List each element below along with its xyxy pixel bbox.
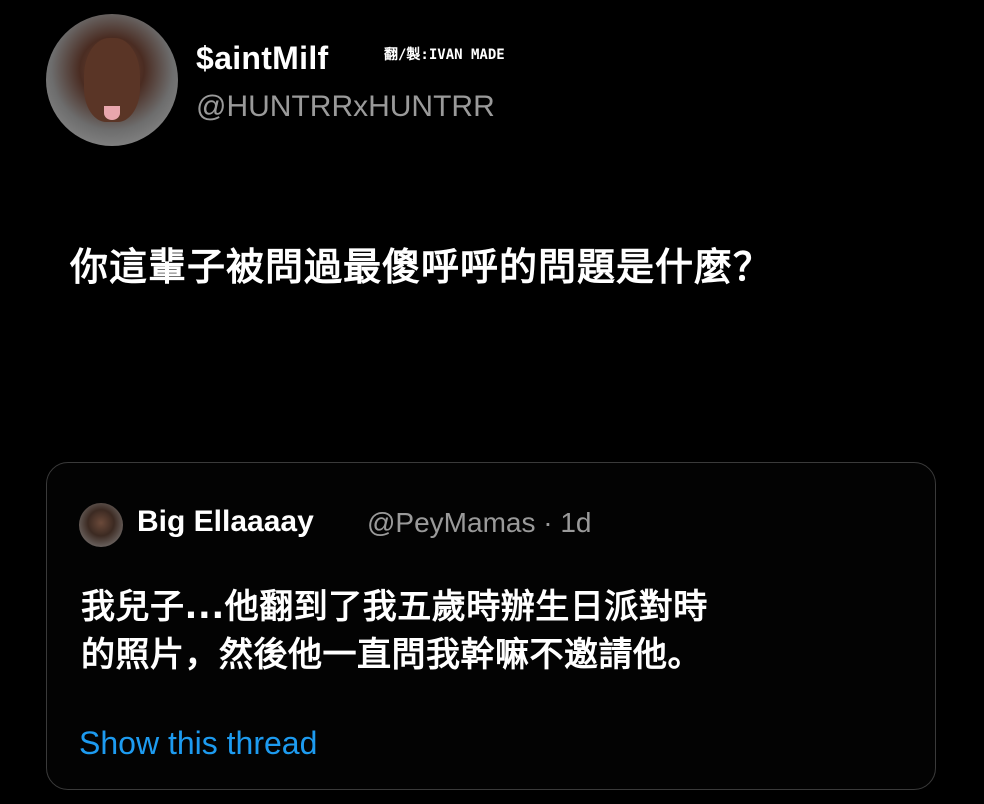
quote-body: 我兒子...他翻到了我五歲時辦生日派對時 的照片，然後他一直問我幹嘛不邀請他。	[81, 583, 901, 679]
tweet-text: 你這輩子被問過最傻呼呼的問題是什麼？	[70, 245, 773, 289]
tweet-header: $aintMilf 翻/製:IVAN MADE @HUNTRRxHUNTRR	[46, 14, 946, 154]
avatar[interactable]	[46, 14, 178, 146]
quote-body-line-2: 的照片，然後他一直問我幹嘛不邀請他。	[81, 635, 702, 675]
quote-avatar[interactable]	[79, 503, 123, 547]
quote-handle-time: @PeyMamas · 1d	[367, 507, 592, 538]
quote-body-line-1: 我兒子...他翻到了我五歲時辦生日派對時	[81, 587, 708, 627]
user-handle[interactable]: @HUNTRRxHUNTRR	[196, 90, 495, 124]
avatar-tongue	[104, 106, 120, 120]
quoted-tweet-card[interactable]: Big Ellaaaay @PeyMamas · 1d 我兒子...他翻到了我五…	[46, 462, 936, 790]
show-thread-link[interactable]: Show this thread	[79, 725, 317, 762]
quote-display-name[interactable]: Big Ellaaaay	[137, 505, 314, 539]
translator-watermark: 翻/製:IVAN MADE	[384, 47, 505, 63]
display-name[interactable]: $aintMilf	[196, 40, 328, 77]
